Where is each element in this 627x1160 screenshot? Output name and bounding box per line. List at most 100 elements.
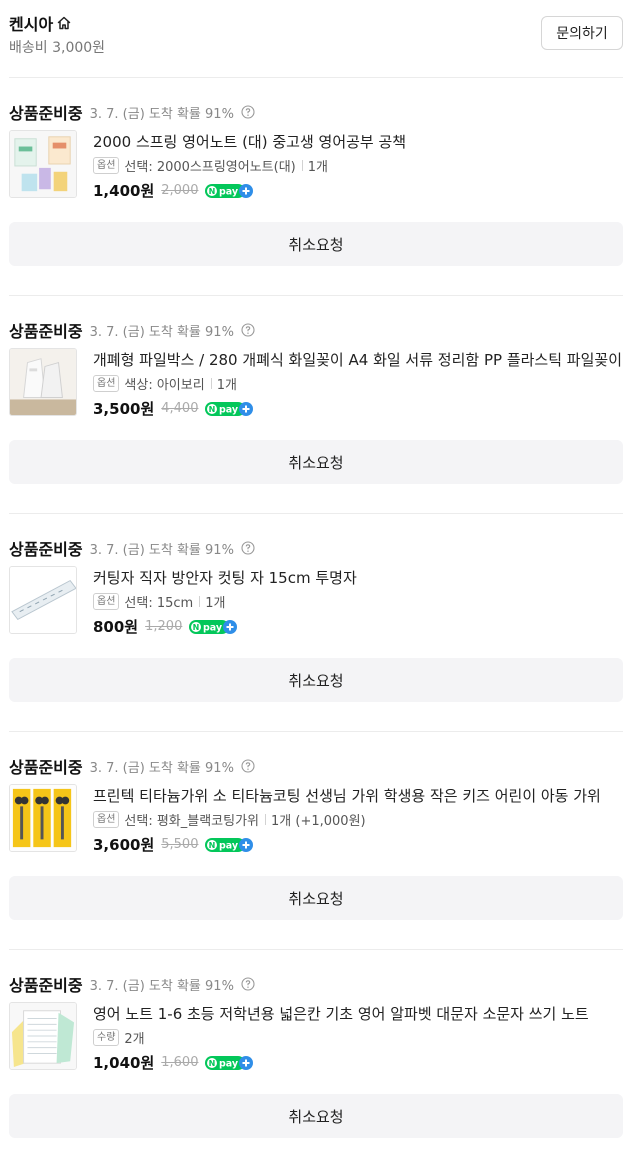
product-name-link[interactable]: 영어 노트 1-6 초등 저학년용 넓은칸 기초 영어 알파벳 대문자 소문자 … — [93, 1003, 623, 1024]
quantity-text: 1개 — [205, 596, 226, 611]
option-badge: 옵션 — [93, 593, 120, 610]
option-separator — [265, 814, 267, 825]
option-badge: 옵션 — [93, 375, 120, 392]
inquiry-button[interactable]: 문의하기 — [541, 16, 623, 50]
arrival-estimate: 3. 7. (금) 도착 확률 91% — [89, 542, 234, 558]
product-name-link[interactable]: 2000 스프링 영어노트 (대) 중고생 영어공부 공책 — [93, 131, 623, 152]
svg-text:N: N — [209, 405, 216, 414]
product-thumbnail[interactable] — [9, 566, 77, 634]
npay-plus-badge: N pay — [205, 1055, 254, 1070]
price-row: 3,500원 4,400 N pay — [93, 398, 254, 419]
svg-text:N: N — [209, 1059, 216, 1068]
seller-name: 켄시아 — [9, 15, 54, 34]
status-row: 상품준비중 3. 7. (금) 도착 확률 91% — [9, 318, 255, 342]
product-name-link[interactable]: 커팅자 직자 방안자 컷팅 자 15cm 투명자 — [93, 567, 623, 588]
sale-price: 1,040원 — [93, 1054, 155, 1072]
question-circle-icon[interactable] — [241, 323, 255, 337]
order-item: 상품준비중 3. 7. (금) 도착 확률 91% 프린텍 티타늄가위 소 티타… — [9, 754, 623, 942]
notebook-image-icon — [10, 131, 76, 197]
price-row: 3,600원 5,500 N pay — [93, 834, 254, 855]
order-item: 상품준비중 3. 7. (금) 도착 확률 91% 영어 노트 1-6 초등 저… — [9, 972, 623, 1160]
sale-price: 3,500원 — [93, 400, 155, 418]
option-text: 색상: 아이보리 — [124, 378, 205, 393]
quantity-text: 1개 (+1,000원) — [271, 814, 366, 829]
status-title: 상품준비중 — [9, 322, 83, 341]
npay-label: pay — [219, 1058, 239, 1069]
divider — [9, 77, 623, 78]
svg-text:N: N — [193, 623, 200, 632]
question-circle-icon[interactable] — [241, 759, 255, 773]
product-thumbnail[interactable] — [9, 784, 77, 852]
option-text: 선택: 15cm — [124, 596, 194, 611]
status-title: 상품준비중 — [9, 540, 83, 559]
shipping-fee: 배송비 3,000원 — [9, 40, 106, 56]
sale-price: 1,400원 — [93, 182, 155, 200]
status-row: 상품준비중 3. 7. (금) 도착 확률 91% — [9, 100, 255, 124]
npay-plus-badge: N pay — [205, 837, 254, 852]
seller-header: 켄시아 배송비 3,000원 문의하기 — [9, 0, 623, 76]
question-circle-icon[interactable] — [241, 105, 255, 119]
cancel-request-button[interactable]: 취소요청 — [9, 440, 623, 484]
arrival-estimate: 3. 7. (금) 도착 확률 91% — [89, 760, 234, 776]
npay-plus-badge: N pay — [189, 619, 238, 634]
product-thumbnail[interactable] — [9, 1002, 77, 1070]
cancel-request-button[interactable]: 취소요청 — [9, 876, 623, 920]
option-row: 옵션 색상: 아이보리 1개 — [93, 374, 237, 393]
price-row: 800원 1,200 N pay — [93, 616, 238, 637]
original-price: 1,200 — [145, 619, 183, 634]
quantity-text: 1개 — [216, 378, 237, 393]
option-separator — [199, 596, 201, 607]
file-box-image-icon — [10, 349, 76, 415]
question-circle-icon[interactable] — [241, 541, 255, 555]
notebook-image-icon — [10, 1003, 76, 1069]
cancel-request-button[interactable]: 취소요청 — [9, 658, 623, 702]
status-title: 상품준비중 — [9, 976, 83, 995]
status-title: 상품준비중 — [9, 758, 83, 777]
arrival-estimate: 3. 7. (금) 도착 확률 91% — [89, 106, 234, 122]
option-text: 선택: 평화_블랙코팅가위 — [124, 814, 260, 829]
sale-price: 3,600원 — [93, 836, 155, 854]
original-price: 5,500 — [161, 837, 199, 852]
option-badge: 옵션 — [93, 811, 120, 828]
npay-label: pay — [219, 186, 239, 197]
cancel-request-button[interactable]: 취소요청 — [9, 1094, 623, 1138]
seller-name-link[interactable]: 켄시아 — [9, 11, 72, 35]
product-name-link[interactable]: 프린텍 티타늄가위 소 티타늄코팅 선생님 가위 학생용 작은 키즈 어린이 아… — [93, 785, 623, 806]
original-price: 1,600 — [161, 1055, 199, 1070]
ruler-image-icon — [10, 567, 76, 633]
option-badge: 옵션 — [93, 157, 120, 174]
order-item: 상품준비중 3. 7. (금) 도착 확률 91% 커팅자 직자 방안자 컷팅 … — [9, 536, 623, 724]
status-row: 상품준비중 3. 7. (금) 도착 확률 91% — [9, 972, 255, 996]
npay-label: pay — [203, 622, 223, 633]
npay-plus-badge: N pay — [205, 401, 254, 416]
npay-label: pay — [219, 840, 239, 851]
quantity-text: 2개 — [124, 1032, 145, 1047]
product-thumbnail[interactable] — [9, 348, 77, 416]
option-row: 옵션 선택: 평화_블랙코팅가위 1개 (+1,000원) — [93, 810, 366, 829]
option-separator — [301, 160, 303, 171]
quantity-text: 1개 — [307, 160, 328, 175]
status-title: 상품준비중 — [9, 104, 83, 123]
option-badge: 수량 — [93, 1029, 120, 1046]
home-icon — [57, 16, 71, 30]
product-thumbnail[interactable] — [9, 130, 77, 198]
divider — [9, 949, 623, 950]
scissors-image-icon — [10, 785, 76, 851]
product-name-link[interactable]: 개폐형 파일박스 / 280 개폐식 화일꽂이 A4 화일 서류 정리함 PP … — [93, 349, 623, 370]
npay-label: pay — [219, 404, 239, 415]
svg-text:N: N — [209, 187, 216, 196]
price-row: 1,040원 1,600 N pay — [93, 1052, 254, 1073]
option-row: 옵션 선택: 15cm 1개 — [93, 592, 225, 611]
cancel-request-button[interactable]: 취소요청 — [9, 222, 623, 266]
option-row: 수량 2개 — [93, 1028, 145, 1047]
question-circle-icon[interactable] — [241, 977, 255, 991]
original-price: 2,000 — [161, 183, 199, 198]
npay-plus-badge: N pay — [205, 183, 254, 198]
option-text: 선택: 2000스프링영어노트(대) — [124, 160, 296, 175]
arrival-estimate: 3. 7. (금) 도착 확률 91% — [89, 324, 234, 340]
option-row: 옵션 선택: 2000스프링영어노트(대) 1개 — [93, 156, 328, 175]
option-separator — [210, 378, 212, 389]
status-row: 상품준비중 3. 7. (금) 도착 확률 91% — [9, 536, 255, 560]
price-row: 1,400원 2,000 N pay — [93, 180, 254, 201]
divider — [9, 731, 623, 732]
